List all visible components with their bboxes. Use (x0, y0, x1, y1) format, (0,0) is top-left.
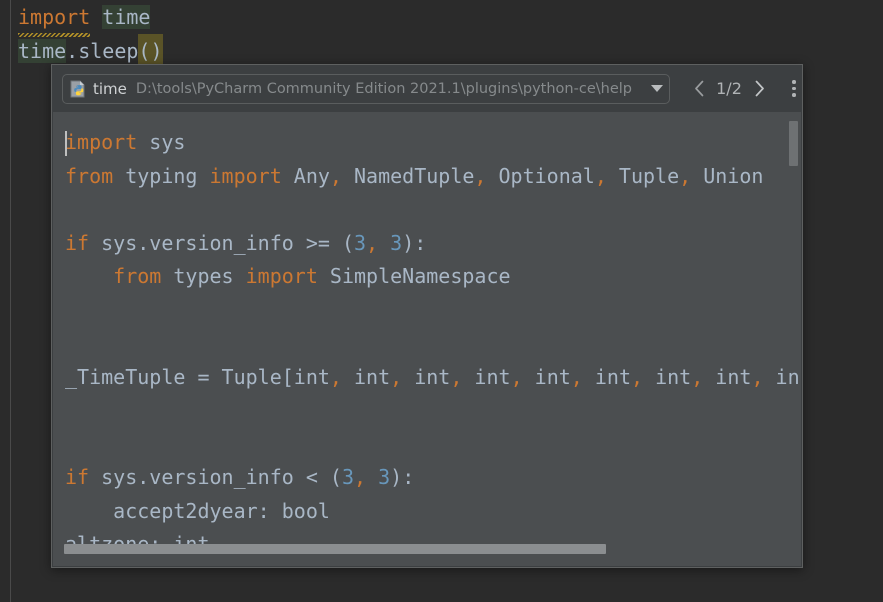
code-token: sys.version_info < ( (89, 465, 342, 489)
code-token: if (65, 230, 90, 255)
documentation-code-line (53, 294, 801, 328)
code-token: Any (281, 163, 330, 188)
editor-keyword-import: import (18, 0, 91, 37)
code-token: , (474, 163, 487, 188)
breadcrumb-module-name: time (93, 79, 127, 98)
documentation-code-line (53, 394, 801, 428)
documentation-code-line: _TimeTuple = Tuple[int, int, int, int, i… (53, 361, 801, 395)
code-token: import (209, 163, 282, 188)
code-token: int (462, 364, 511, 389)
popup-header-toolbar: time D:\tools\PyCharm Community Edition … (52, 65, 802, 112)
code-token: , (679, 163, 692, 188)
code-token: , (329, 163, 342, 188)
code-token: if (65, 465, 90, 489)
editor-line-2[interactable]: time.sleep() (18, 34, 163, 71)
code-token: typing (113, 163, 210, 188)
code-token: , (329, 364, 342, 389)
code-token: SimpleNamespace (317, 264, 511, 288)
vertical-scrollbar-thumb[interactable] (789, 121, 798, 166)
code-token: 3 (390, 230, 403, 255)
chevron-left-icon[interactable] (688, 76, 710, 102)
popup-navigation: 1/2 (688, 76, 806, 102)
code-token: import (245, 264, 318, 288)
code-token: , (691, 364, 704, 389)
editor-line-1[interactable]: import time (18, 0, 151, 37)
code-token: Union (691, 163, 764, 188)
chevron-down-icon[interactable] (649, 85, 665, 92)
documentation-code-line: from types import SimpleNamespace (53, 260, 801, 294)
documentation-code-line: from typing import Any, NamedTuple, Opti… (53, 160, 801, 194)
kebab-menu-icon[interactable] (782, 76, 806, 102)
code-token: int (643, 364, 692, 389)
code-token: , (570, 364, 583, 389)
editor-ref-time: time (18, 39, 67, 63)
code-token: int (402, 364, 451, 389)
text-caret (65, 131, 67, 156)
breadcrumb-file-path: D:\tools\PyCharm Community Edition 2021.… (135, 80, 632, 97)
code-token: sys (137, 130, 186, 154)
code-token: int (582, 364, 631, 389)
documentation-code-line (53, 428, 801, 462)
documentation-code-line: if sys.version_info >= (3, 3): (53, 227, 801, 261)
code-token: 3 (378, 465, 391, 489)
code-token: ): (402, 230, 427, 255)
code-token: _TimeTuple = Tuple[int (65, 364, 330, 389)
code-token: 3 (354, 230, 367, 255)
code-token: accept2dyear: bool (65, 498, 330, 523)
python-file-icon (70, 80, 87, 98)
documentation-code-line: if sys.version_info < (3, 3): (53, 461, 801, 495)
code-token: ): (390, 465, 415, 489)
code-token: 3 (341, 465, 355, 489)
code-token: , (366, 230, 379, 255)
code-token: , (450, 364, 463, 389)
breadcrumb[interactable]: time D:\tools\PyCharm Community Edition … (62, 73, 670, 104)
code-token: sys.version_info >= ( (89, 230, 354, 255)
editor-module-time: time (102, 5, 151, 29)
editor-space (90, 5, 102, 29)
code-token: import (65, 130, 138, 154)
vertical-scrollbar[interactable] (787, 112, 801, 566)
documentation-code: import sys from typing import Any, NamedT… (53, 112, 801, 566)
editor-method-sleep: .sleep (66, 39, 139, 63)
documentation-body[interactable]: import sys from typing import Any, NamedT… (53, 112, 801, 566)
code-token: , (510, 364, 523, 389)
code-token: types (161, 264, 246, 288)
horizontal-scrollbar-thumb[interactable] (64, 544, 606, 554)
body-bottom-strip (53, 556, 801, 566)
editor-call-parens: () (138, 34, 163, 71)
code-token: , (751, 364, 764, 389)
code-token: from (65, 163, 114, 188)
documentation-code-line (53, 327, 801, 361)
gutter-separator (10, 0, 11, 602)
code-token: , (354, 465, 367, 489)
code-token: from (113, 264, 162, 288)
code-token: , (390, 364, 403, 389)
chevron-right-icon[interactable] (748, 76, 770, 102)
documentation-code-line: accept2dyear: bool (53, 495, 801, 529)
code-token: int (703, 364, 752, 389)
code-token: , (594, 163, 607, 188)
code-token: , (631, 364, 644, 389)
code-token: int (341, 364, 391, 389)
page-indicator: 1/2 (716, 79, 742, 98)
quick-documentation-popup[interactable]: time D:\tools\PyCharm Community Edition … (51, 64, 803, 568)
code-token: Optional (486, 163, 595, 188)
code-token: NamedTuple (341, 163, 475, 188)
code-token: int (522, 364, 571, 389)
documentation-code-line (53, 193, 801, 227)
documentation-code-line: import sys (53, 126, 801, 160)
code-token: Tuple (606, 163, 680, 188)
